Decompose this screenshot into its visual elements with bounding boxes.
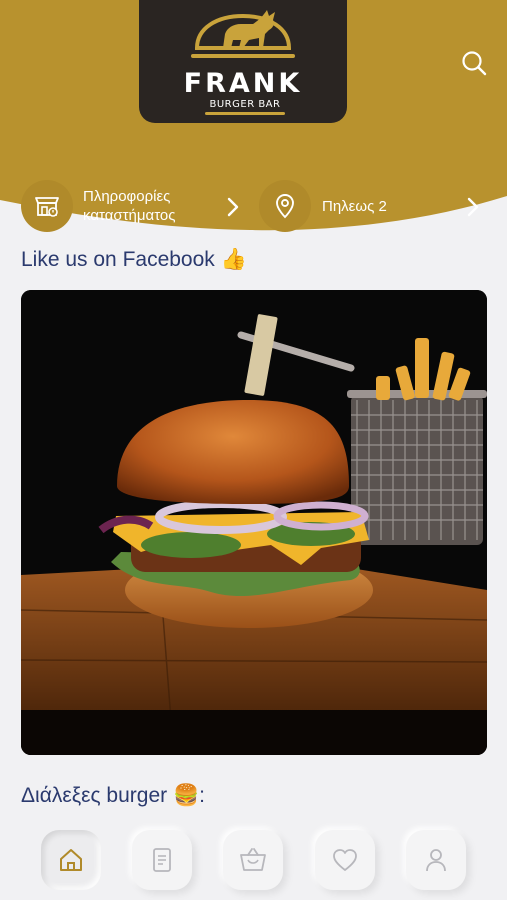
location-pin-icon <box>276 194 294 219</box>
menu-document-icon <box>153 848 171 872</box>
brand-logo[interactable]: FRANK BURGER BAR <box>139 0 347 123</box>
logo-underline <box>205 112 285 115</box>
nav-profile-button[interactable] <box>406 830 466 890</box>
user-icon <box>426 849 446 872</box>
brand-name: FRANK <box>183 68 303 99</box>
chevron-right-icon[interactable] <box>466 196 480 218</box>
bull-logo-icon <box>191 10 295 58</box>
shopping-bag-icon <box>240 848 266 871</box>
search-icon <box>462 51 487 76</box>
hero-burger-image[interactable] <box>21 290 487 755</box>
address-button[interactable] <box>259 180 311 232</box>
nav-home-button[interactable] <box>41 830 101 890</box>
facebook-section-title[interactable]: Like us on Facebook 👍 <box>21 248 247 272</box>
home-icon <box>60 849 82 871</box>
header: FRANK BURGER BAR Πληροφορίες καταστήματο… <box>0 0 507 240</box>
nav-favorites-button[interactable] <box>315 830 375 890</box>
store-info-label[interactable]: Πληροφορίες καταστήματος <box>83 187 213 225</box>
choose-burger-title: Διάλεξες burger 🍔: <box>21 784 205 807</box>
chevron-right-icon[interactable] <box>226 196 240 218</box>
burger-illustration <box>21 290 487 755</box>
store-info-button[interactable] <box>21 180 73 232</box>
bottom-navigation <box>0 826 507 900</box>
store-icon <box>35 197 59 217</box>
nav-menu-button[interactable] <box>132 830 192 890</box>
search-button[interactable] <box>458 47 490 79</box>
brand-subtitle: BURGER BAR <box>209 99 281 110</box>
nav-cart-button[interactable] <box>223 830 283 890</box>
heart-icon <box>333 849 357 871</box>
address-label[interactable]: Πηλεως 2 <box>322 197 442 216</box>
